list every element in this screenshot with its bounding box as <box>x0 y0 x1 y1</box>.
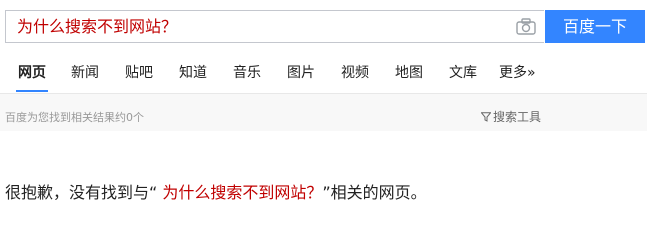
tab-music[interactable]: 音乐 <box>233 58 261 92</box>
camera-icon[interactable] <box>515 17 537 37</box>
no-result-query: 为什么搜索不到网站？ <box>157 183 323 202</box>
no-result-prefix: 很抱歉，没有找到与“ <box>5 183 158 202</box>
no-result-suffix: ”相关的网页。 <box>322 183 427 202</box>
tab-wenku[interactable]: 文库 <box>449 58 477 92</box>
no-result-message: 很抱歉，没有找到与“ 为什么搜索不到网站？”相关的网页。 <box>5 179 427 203</box>
tab-video[interactable]: 视频 <box>341 58 369 92</box>
search-bar: 为什么搜索不到网站？ 百度一下 <box>5 10 645 43</box>
search-button[interactable]: 百度一下 <box>545 10 645 43</box>
tab-news[interactable]: 新闻 <box>71 58 99 92</box>
tab-web[interactable]: 网页 <box>16 58 48 92</box>
tab-images[interactable]: 图片 <box>287 58 315 92</box>
tab-tieba[interactable]: 贴吧 <box>125 58 153 92</box>
tab-more[interactable]: 更多» <box>499 58 536 92</box>
search-box: 为什么搜索不到网站？ <box>5 10 544 43</box>
results-info-bar: 百度为您找到相关结果约0个 搜索工具 <box>0 93 647 131</box>
vertical-tabs: 网页 新闻 贴吧 知道 音乐 图片 视频 地图 文库 更多» <box>0 58 647 92</box>
tab-zhidao[interactable]: 知道 <box>179 58 207 92</box>
tab-map[interactable]: 地图 <box>395 58 423 92</box>
search-input[interactable]: 为什么搜索不到网站？ <box>17 11 497 42</box>
result-count: 百度为您找到相关结果约0个 <box>5 111 144 124</box>
search-tools-label: 搜索工具 <box>493 110 542 124</box>
funnel-icon <box>480 111 492 122</box>
search-tools-button[interactable]: 搜索工具 <box>480 108 542 125</box>
